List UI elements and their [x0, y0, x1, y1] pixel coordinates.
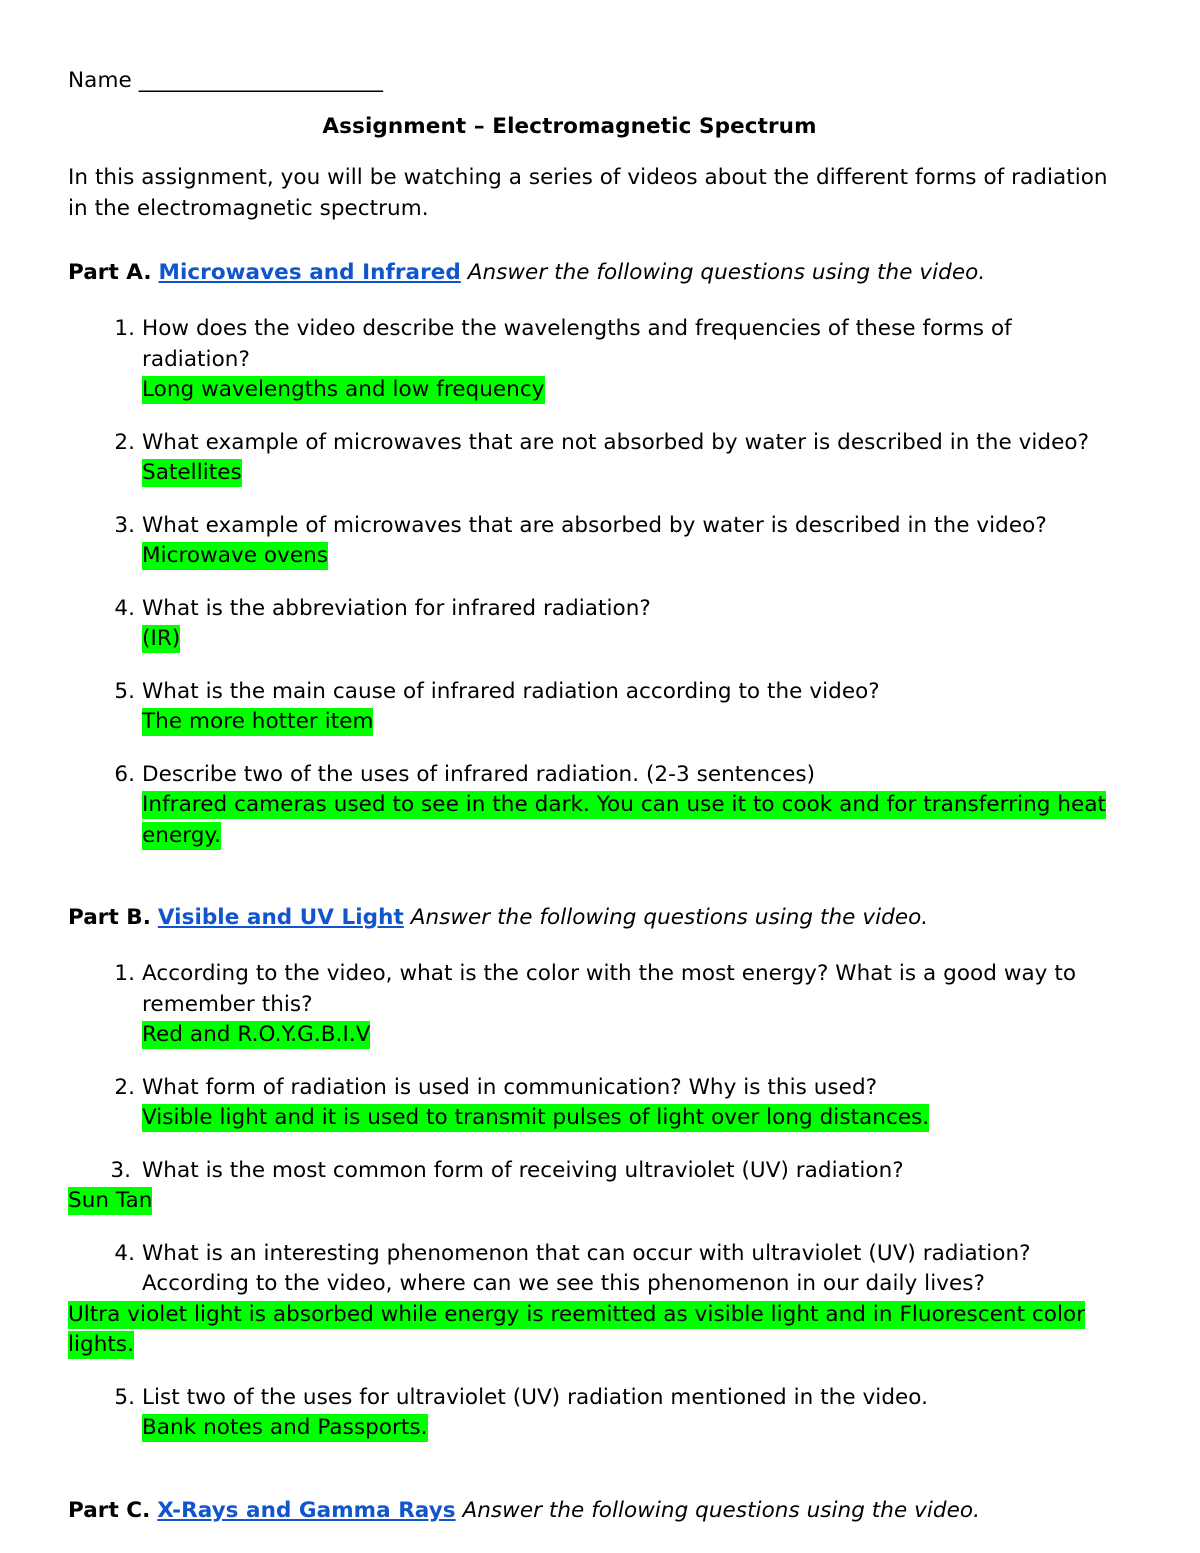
- list-item: 3. What example of microwaves that are a…: [68, 511, 1113, 572]
- question-text: According to the video, what is the colo…: [142, 961, 1077, 1017]
- question-text: List two of the uses for ultraviolet (UV…: [142, 1384, 929, 1410]
- part-instruction-b: Answer the following questions using the…: [410, 905, 929, 930]
- part-label-a: Part A.: [68, 260, 152, 285]
- answer-text[interactable]: Infrared cameras used to see in the dark…: [142, 790, 1113, 851]
- question-text: What example of microwaves that are abso…: [142, 512, 1047, 538]
- answer-text[interactable]: Satellites: [142, 458, 1113, 489]
- question-text: What is the most common form of receivin…: [142, 1157, 904, 1183]
- part-video-link-b[interactable]: Visible and UV Light: [158, 905, 404, 930]
- question-number: 2.: [114, 1074, 135, 1100]
- answer-highlight: The more hotter item: [142, 708, 374, 736]
- question-text: How does the video describe the waveleng…: [142, 316, 1012, 372]
- part-label-c: Part C.: [68, 1497, 151, 1523]
- document-body: Name ________________________ Assignment…: [68, 0, 1113, 1553]
- answer-highlight: Long wavelengths and low frequency: [142, 376, 545, 404]
- page-title: Assignment – Electromagnetic Spectrum: [322, 114, 817, 139]
- list-item: 4. What is the abbreviation for infrared…: [68, 594, 1113, 655]
- question-text: What is an interesting phenomenon that c…: [142, 1240, 1031, 1297]
- question-number: 5.: [114, 678, 135, 704]
- list-item: 2. What form of radiation is used in com…: [68, 1073, 1113, 1134]
- answer-highlight: Microwave ovens: [142, 542, 329, 570]
- question-number: 4.: [114, 595, 135, 621]
- answer-text[interactable]: Bank notes and Passports.: [142, 1413, 1113, 1444]
- part-heading-a: Part A. Microwaves and Infrared Answer t…: [68, 258, 1113, 288]
- question-text: What is the main cause of infrared radia…: [142, 678, 880, 704]
- list-item: 2. What example of microwaves that are n…: [68, 428, 1113, 489]
- question-text: Describe two of the uses of infrared rad…: [142, 761, 816, 787]
- answer-text[interactable]: Ultra violet light is absorbed while ene…: [68, 1300, 1113, 1361]
- part-heading-b: Part B. Visible and UV Light Answer the …: [68, 903, 1113, 933]
- answer-text[interactable]: Sun Tan: [68, 1186, 1113, 1217]
- part-instruction-c: Answer the following questions using the…: [462, 1497, 980, 1523]
- part-video-link-a[interactable]: Microwaves and Infrared: [159, 260, 461, 285]
- answer-highlight: Red and R.O.Y.G.B.I.V: [142, 1021, 371, 1049]
- question-number: 6.: [114, 761, 135, 787]
- question-list-a: 1. How does the video describe the wavel…: [68, 314, 1113, 851]
- question-number: 2.: [114, 429, 135, 455]
- answer-highlight: Satellites: [142, 459, 242, 487]
- list-item: 6. Describe two of the uses of infrared …: [68, 760, 1113, 852]
- list-item: 1. How does the video describe the wavel…: [68, 314, 1113, 406]
- part-video-link-c[interactable]: X-Rays and Gamma Rays: [157, 1498, 455, 1523]
- name-field-line: Name ________________________: [68, 66, 1113, 96]
- answer-highlight: Bank notes and Passports.: [142, 1414, 428, 1442]
- name-label: Name: [68, 68, 139, 93]
- part-label-b: Part B.: [68, 905, 151, 930]
- document-page: Name ________________________ Assignment…: [0, 0, 1200, 1553]
- question-number: 1.: [114, 961, 135, 986]
- answer-text[interactable]: Red and R.O.Y.G.B.I.V: [142, 1020, 1113, 1051]
- answer-text[interactable]: The more hotter item: [142, 707, 1113, 738]
- answer-highlight: Infrared cameras used to see in the dark…: [142, 791, 1107, 850]
- list-item: 3. What is the most common form of recei…: [68, 1156, 1113, 1217]
- question-text: What form of radiation is used in commun…: [142, 1074, 878, 1100]
- list-item: 1. According to the video, what is the c…: [68, 959, 1113, 1051]
- question-number: 5.: [114, 1384, 135, 1410]
- answer-text[interactable]: (IR): [142, 624, 1113, 655]
- question-number: 1.: [114, 316, 135, 341]
- part-heading-c: Part C. X-Rays and Gamma Rays Answer the…: [68, 1496, 1113, 1526]
- answer-highlight: Ultra violet light is absorbed while ene…: [68, 1300, 1086, 1359]
- answer-highlight: Visible light and it is used to transmit…: [142, 1104, 930, 1132]
- question-number: 3.: [114, 512, 135, 538]
- question-number: 4.: [114, 1240, 135, 1266]
- answer-text[interactable]: Microwave ovens: [142, 541, 1113, 572]
- name-blank-rule: ________________________: [138, 68, 383, 93]
- answer-highlight: (IR): [142, 625, 181, 653]
- answer-text[interactable]: Long wavelengths and low frequency: [142, 375, 1113, 406]
- question-text: What is the abbreviation for infrared ra…: [142, 595, 651, 621]
- question-text: What example of microwaves that are not …: [142, 429, 1090, 455]
- list-item: 5. What is the main cause of infrared ra…: [68, 677, 1113, 738]
- question-number: 3.: [110, 1157, 131, 1183]
- question-list-b: 1. According to the video, what is the c…: [68, 959, 1113, 1444]
- list-item: 5. List two of the uses for ultraviolet …: [68, 1383, 1113, 1444]
- intro-paragraph: In this assignment, you will be watching…: [68, 165, 1108, 221]
- list-item: 4. What is an interesting phenomenon tha…: [68, 1239, 1113, 1361]
- answer-highlight: Sun Tan: [68, 1187, 153, 1215]
- answer-text[interactable]: Visible light and it is used to transmit…: [142, 1103, 1113, 1134]
- part-instruction-a: Answer the following questions using the…: [467, 260, 986, 285]
